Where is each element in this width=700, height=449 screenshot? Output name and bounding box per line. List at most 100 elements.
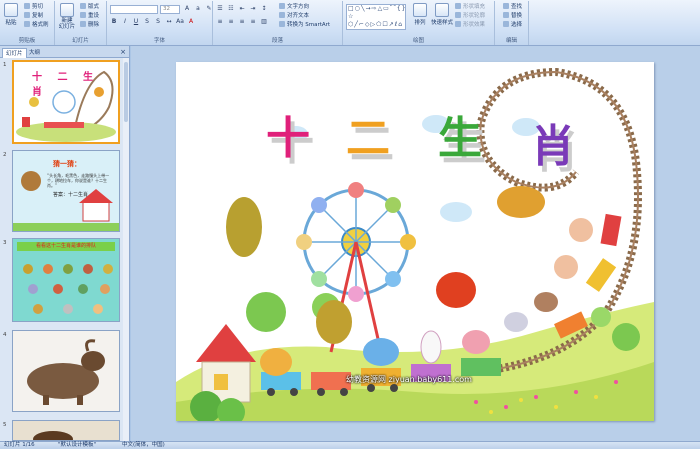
thumb2-heading: 猜一猜： (53, 160, 81, 168)
slide-thumbnail-2[interactable]: 猜一猜： “头长角，毛黑色，走路慢头上带一个，耕地拉车，你说是谁？十二生肖。” … (12, 150, 120, 232)
underline-icon[interactable]: U (132, 18, 140, 26)
thumb3-art (23, 264, 113, 314)
columns-icon[interactable]: ▥ (260, 18, 268, 26)
slides-group-label: 幻灯片 (72, 38, 89, 44)
change-case-icon[interactable]: Aa (176, 18, 184, 26)
shapes-gallery[interactable]: □○╲→⇨△▭⌒{}☆ ⬡╱⌐◇▷⬠☐↗ℓ⌂ (346, 4, 406, 30)
increase-indent-icon[interactable]: ⇥ (249, 5, 257, 13)
arrange-button[interactable]: 排列 (411, 3, 429, 26)
align-center-icon[interactable]: ≡ (227, 18, 235, 26)
italic-icon[interactable]: I (121, 18, 129, 26)
font-group: 32 A a ✎ B I U S S ↔ Aa A 字体 (107, 1, 213, 45)
clipboard-group: 粘贴 剪切 复制 格式刷 剪贴板 (0, 1, 55, 45)
slide-watermark: 幼教资源网 ziyuan.baby611.com (346, 375, 472, 384)
numbering-icon[interactable]: ☷ (227, 5, 235, 13)
binoculars-icon (503, 3, 509, 9)
clear-format-icon[interactable]: ✎ (205, 5, 213, 13)
slide-title-char-3: 生 (438, 113, 482, 164)
justify-icon[interactable]: ≡ (249, 18, 257, 26)
drawing-group-label: 绘图 (412, 38, 424, 44)
slide-artwork (176, 67, 654, 421)
text-direction-icon (279, 3, 285, 9)
replace-icon (503, 12, 509, 18)
quick-styles-icon (435, 3, 449, 17)
slide-number: 4 (3, 332, 7, 338)
thumb5-art (33, 431, 73, 440)
brush-icon (24, 21, 30, 27)
slide-title-char-2: 二 (346, 113, 390, 164)
shrink-font-icon[interactable]: a (194, 5, 202, 13)
thumb4-art (27, 339, 105, 405)
slide-thumbnail-3[interactable]: 看看这十二生肖是谁的排队 (12, 238, 120, 322)
font-size-select[interactable]: 32 (160, 5, 180, 14)
clipboard-group-label: 剪贴板 (18, 38, 36, 44)
ribbon: 粘贴 剪切 复制 格式刷 剪贴板 新建 幻灯片 版式 重设 删除 幻灯片 32 … (0, 0, 700, 46)
new-slide-icon (60, 3, 74, 17)
align-text-icon (279, 12, 285, 18)
cut-button[interactable]: 剪切 (24, 3, 43, 10)
delete-slide-button[interactable]: 删除 (80, 21, 99, 28)
effects-icon (455, 21, 461, 27)
format-painter-button[interactable]: 格式刷 (24, 21, 49, 28)
layout-button[interactable]: 版式 (80, 3, 99, 10)
font-group-label: 字体 (153, 38, 165, 44)
line-spacing-icon[interactable]: ↕ (260, 5, 268, 13)
slide-number: 3 (3, 240, 7, 246)
status-language[interactable]: 中文(简体，中国) (122, 442, 165, 449)
decrease-indent-icon[interactable]: ⇤ (238, 5, 246, 13)
quick-styles-button[interactable]: 快速样式 (431, 3, 453, 26)
status-bar: 幻灯片 1/16 "默认设计模板" 中文(简体，中国) (0, 441, 700, 449)
shape-outline-button[interactable]: 形状轮廓 (455, 12, 485, 19)
slide-editor: 十 二 生 肖 幼教资源网 ziyuan.baby611.com (131, 46, 700, 441)
font-color-icon[interactable]: A (187, 18, 195, 26)
delete-icon (80, 21, 86, 27)
slide-number: 2 (3, 152, 7, 158)
slide-number: 1 (3, 62, 7, 68)
thumbnail-scrollbar[interactable] (123, 58, 129, 441)
new-slide-button[interactable]: 新建 幻灯片 (57, 3, 77, 30)
align-text-button[interactable]: 对齐文本 (279, 12, 309, 19)
smartart-icon (279, 21, 285, 27)
editing-group-label: 编辑 (505, 38, 517, 44)
thumb2-riddle: “头长角，毛黑色，走路慢头上带一个，耕地拉车，你说是谁？十二生肖。” (47, 173, 110, 188)
current-slide[interactable]: 十 二 生 肖 幼教资源网 ziyuan.baby611.com (176, 62, 654, 421)
shadow-icon[interactable]: S (154, 18, 162, 26)
bold-icon[interactable]: B (110, 18, 118, 26)
font-name-select[interactable] (110, 5, 158, 14)
grow-font-icon[interactable]: A (183, 5, 191, 13)
select-button[interactable]: 选择 (503, 21, 522, 28)
copy-button[interactable]: 复制 (24, 12, 43, 19)
align-right-icon[interactable]: ≡ (238, 18, 246, 26)
copy-icon (24, 12, 30, 18)
paste-button[interactable]: 粘贴 (2, 3, 20, 26)
shape-fill-button[interactable]: 形状填充 (455, 3, 485, 10)
slide-thumbnail-1[interactable]: 十 二 生 肖 (12, 60, 120, 144)
slides-pane: 幻灯片 大纲 × 1 十 二 生 肖 2 猜一猜： “头长角，毛黑色，走路慢头上… (0, 46, 130, 441)
shape-effects-button[interactable]: 形状效果 (455, 21, 485, 28)
pen-icon (455, 12, 461, 18)
slide-thumbnail-4[interactable] (12, 330, 120, 412)
find-button[interactable]: 查找 (503, 3, 522, 10)
smartart-button[interactable]: 转换为 SmartArt (279, 21, 330, 28)
strikethrough-icon[interactable]: S (143, 18, 151, 26)
tab-slides[interactable]: 幻灯片 (2, 48, 27, 58)
replace-button[interactable]: 替换 (503, 12, 522, 19)
editing-group: 查找 替换 选择 编辑 (495, 1, 529, 45)
slide-thumbnail-5[interactable] (12, 420, 120, 441)
status-slide-info: 幻灯片 1/16 (4, 442, 35, 448)
reset-icon (80, 12, 86, 18)
char-spacing-icon[interactable]: ↔ (165, 18, 173, 26)
tab-outline[interactable]: 大纲 (26, 48, 43, 58)
align-left-icon[interactable]: ≡ (216, 18, 224, 26)
reset-button[interactable]: 重设 (80, 12, 99, 19)
thumb1-title: 十 二 生 肖 (32, 72, 99, 98)
slide-title-char-1: 十 (266, 113, 310, 164)
scrollbar-thumb[interactable] (124, 62, 128, 122)
close-pane-icon[interactable]: × (120, 48, 126, 56)
paragraph-group-label: 段落 (271, 38, 283, 44)
bullets-icon[interactable]: ☰ (216, 5, 224, 13)
paragraph-group: ☰ ☷ ⇤ ⇥ ↕ ≡ ≡ ≡ ≡ ▥ 文字方向 对齐文本 转换为 SmartA… (213, 1, 343, 45)
drawing-group: □○╲→⇨△▭⌒{}☆ ⬡╱⌐◇▷⬠☐↗ℓ⌂ 排列 快速样式 形状填充 形状轮廓 … (343, 1, 495, 45)
text-direction-button[interactable]: 文字方向 (279, 3, 309, 10)
cursor-icon (503, 21, 509, 27)
